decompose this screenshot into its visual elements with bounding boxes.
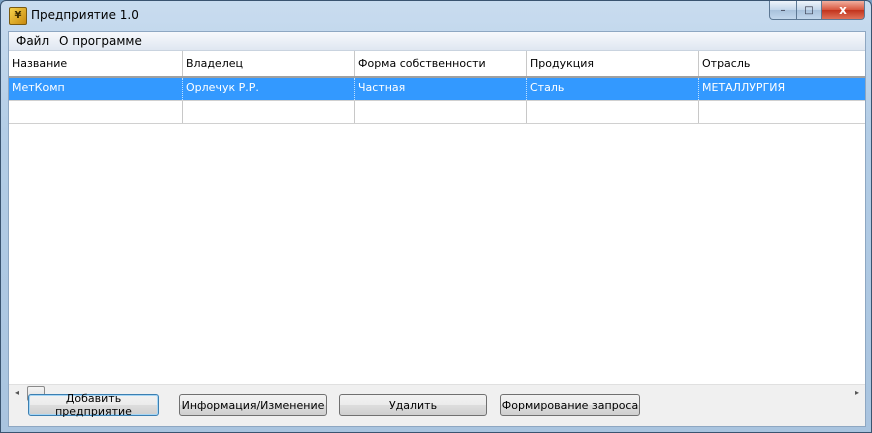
menu-about[interactable]: О программе — [59, 34, 142, 48]
menu-file[interactable]: Файл — [16, 34, 49, 48]
minimize-button[interactable]: – — [769, 1, 797, 20]
cell-name[interactable]: МетКомп — [9, 78, 183, 100]
cell-owner[interactable] — [183, 101, 355, 123]
cell-industry[interactable]: МЕТАЛЛУРГИЯ — [699, 78, 865, 100]
main-window: ¥ Предприятие 1.0 – □ x Файл О программе… — [0, 0, 872, 433]
window-title: Предприятие 1.0 — [31, 8, 139, 22]
column-header-products[interactable]: Продукция — [527, 51, 699, 76]
title-bar[interactable]: ¥ Предприятие 1.0 – □ x — [1, 1, 871, 31]
column-header-owner[interactable]: Владелец — [183, 51, 355, 76]
menu-bar: Файл О программе — [9, 32, 865, 51]
column-header-industry[interactable]: Отрасль — [699, 51, 865, 76]
cell-ownership[interactable] — [355, 101, 527, 123]
table-header: Название Владелец Форма собственности Пр… — [9, 51, 865, 78]
info-edit-button[interactable]: Информация/Изменение — [179, 394, 327, 416]
app-icon[interactable]: ¥ — [9, 7, 27, 25]
cell-name[interactable] — [9, 101, 183, 123]
scroll-left-icon[interactable]: ◂ — [9, 385, 25, 401]
cell-ownership[interactable]: Частная — [355, 78, 527, 100]
table-row[interactable] — [9, 101, 865, 124]
table-row[interactable]: МетКомп Орлечук Р.Р. Частная Сталь МЕТАЛ… — [9, 78, 865, 101]
column-header-ownership[interactable]: Форма собственности — [355, 51, 527, 76]
build-query-button[interactable]: Формирование запроса — [500, 394, 640, 416]
client-area: Файл О программе Название Владелец Форма… — [8, 31, 866, 427]
scroll-right-icon[interactable]: ▸ — [849, 385, 865, 401]
cell-industry[interactable] — [699, 101, 865, 123]
maximize-button[interactable]: □ — [797, 1, 822, 20]
enterprise-table[interactable]: Название Владелец Форма собственности Пр… — [9, 51, 865, 401]
add-enterprise-button[interactable]: Добавить предприятие — [28, 392, 159, 418]
column-header-name[interactable]: Название — [9, 51, 183, 76]
cell-products[interactable]: Сталь — [527, 78, 699, 100]
caption-buttons: – □ x — [769, 1, 865, 21]
close-button[interactable]: x — [822, 1, 865, 20]
cell-products[interactable] — [527, 101, 699, 123]
cell-owner[interactable]: Орлечук Р.Р. — [183, 78, 355, 100]
delete-button[interactable]: Удалить — [339, 394, 487, 416]
